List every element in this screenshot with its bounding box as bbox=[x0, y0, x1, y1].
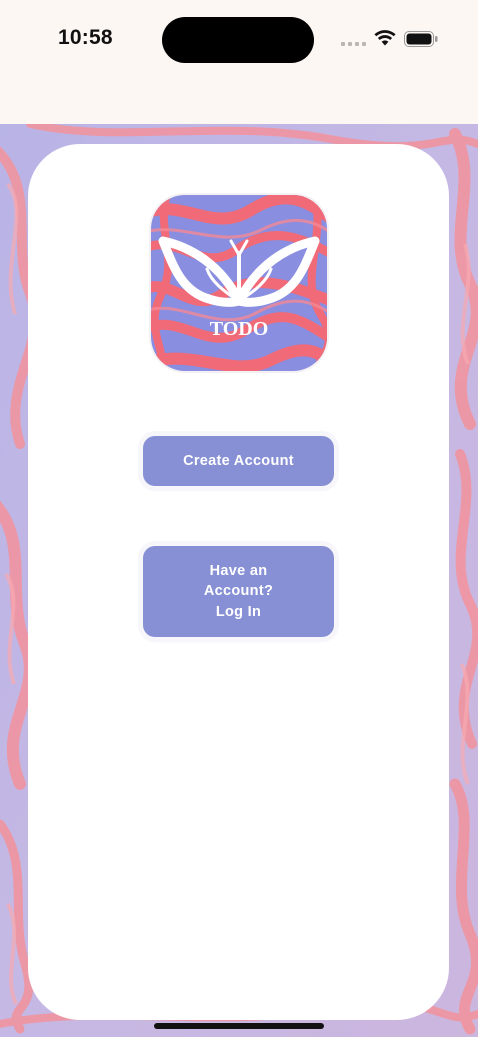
app-logo: TODO bbox=[151, 195, 327, 371]
home-indicator[interactable] bbox=[154, 1023, 324, 1029]
dynamic-island bbox=[162, 17, 314, 63]
login-button[interactable]: Have an Account? Log In bbox=[143, 546, 334, 637]
signal-dots-icon bbox=[341, 42, 366, 46]
status-bar: 10:58 bbox=[0, 0, 478, 124]
battery-icon bbox=[404, 31, 438, 47]
create-account-button[interactable]: Create Account bbox=[143, 436, 334, 486]
wifi-icon bbox=[374, 30, 396, 46]
logo-text: TODO bbox=[210, 318, 269, 340]
clock: 10:58 bbox=[58, 26, 113, 49]
login-button-label: Have an Account? Log In bbox=[203, 562, 274, 620]
